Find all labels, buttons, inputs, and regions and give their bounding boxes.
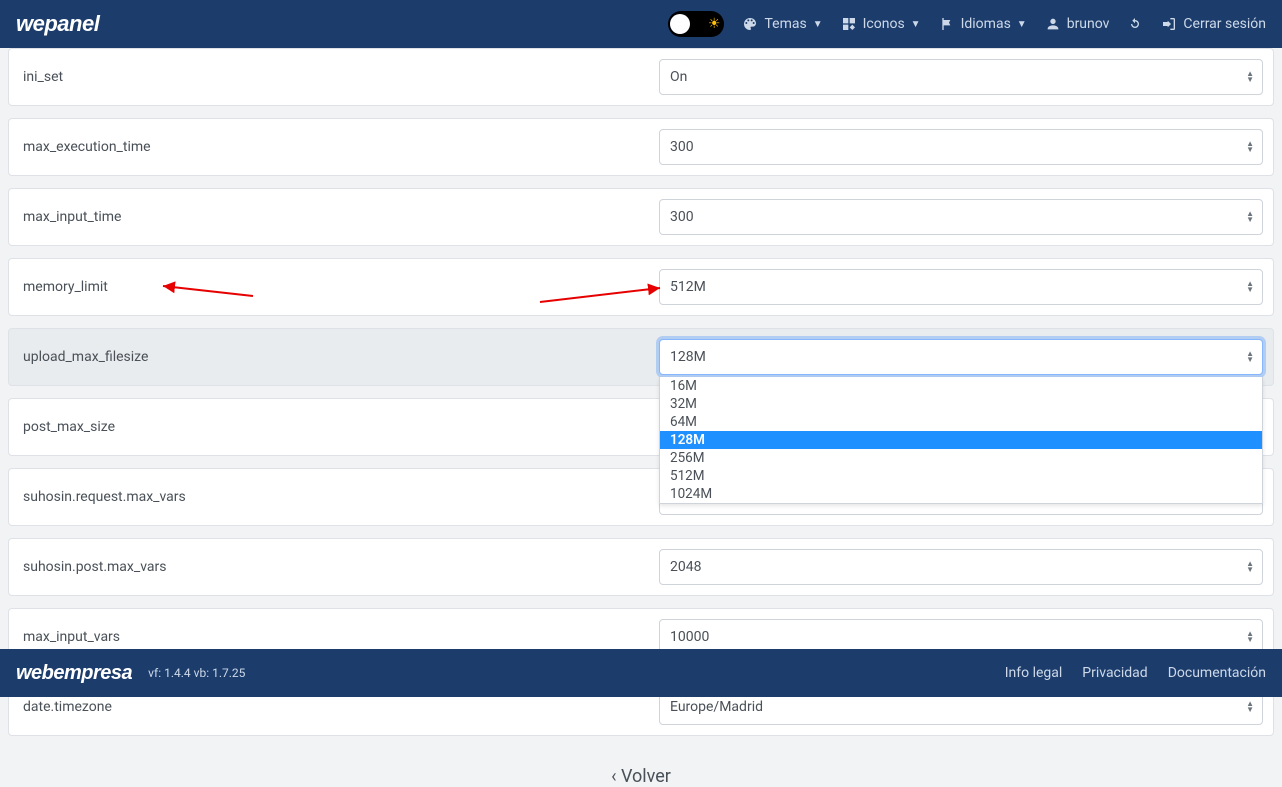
app-logo: wepanel	[16, 11, 99, 37]
setting-row-memory_limit: memory_limit 512M ▲▼	[8, 258, 1274, 316]
dropdown-option[interactable]: 512M	[660, 467, 1262, 485]
icons-icon	[841, 16, 857, 32]
nav-idiomas[interactable]: Idiomas ▼	[939, 16, 1027, 32]
dropdown-panel: 16M32M64M128M256M512M1024M	[659, 377, 1263, 504]
select-arrows-icon: ▲▼	[1246, 141, 1254, 153]
select-arrows-icon: ▲▼	[1246, 71, 1254, 83]
select-max_execution_time[interactable]: 300 ▲▼	[659, 129, 1263, 165]
select-arrows-icon: ▲▼	[1246, 281, 1254, 293]
settings-list: ini_setOn▲▼max_execution_time300▲▼max_in…	[0, 48, 1282, 736]
setting-row-suhosin_post_max_vars: suhosin.post.max_vars 2048 ▲▼	[8, 538, 1274, 596]
user-icon	[1045, 16, 1061, 32]
setting-row-max_input_time: max_input_time 300 ▲▼	[8, 188, 1274, 246]
caret-down-icon: ▼	[911, 19, 921, 30]
logout-icon	[1161, 16, 1177, 32]
setting-select-wrap: 128M▲▼16M32M64M128M256M512M1024M	[659, 339, 1263, 375]
select-upload_max_filesize[interactable]: 128M ▲▼	[659, 339, 1263, 375]
select-arrows-icon: ▲▼	[1246, 211, 1254, 223]
select-value: 512M	[670, 279, 706, 295]
footer-version: vf: 1.4.4 vb: 1.7.25	[148, 666, 245, 680]
setting-row-upload_max_filesize: upload_max_filesize128M▲▼16M32M64M128M25…	[8, 328, 1274, 386]
nav-temas-label: Temas	[764, 16, 806, 32]
footer-legal-link[interactable]: Info legal	[1005, 665, 1063, 681]
logout-button[interactable]: Cerrar sesión	[1161, 16, 1266, 32]
nav-temas[interactable]: Temas ▼	[742, 16, 822, 32]
setting-label: ini_set	[19, 69, 659, 85]
setting-select-wrap: On ▲▼	[659, 59, 1263, 95]
setting-label: memory_limit	[19, 279, 659, 295]
setting-select-wrap: 300 ▲▼	[659, 199, 1263, 235]
setting-label: upload_max_filesize	[19, 349, 659, 365]
setting-label: max_input_time	[19, 209, 659, 225]
select-arrows-icon: ▲▼	[1246, 701, 1254, 713]
dropdown-option[interactable]: 256M	[660, 449, 1262, 467]
back-link[interactable]: ‹ Volver	[0, 766, 1282, 787]
toggle-knob	[670, 14, 690, 34]
theme-toggle[interactable]: ☀	[668, 11, 724, 37]
dropdown-option[interactable]: 128M	[660, 431, 1262, 449]
navbar: wepanel ☀ Temas ▼ Iconos ▼ Idiomas ▼ bru…	[0, 0, 1282, 48]
palette-icon	[742, 16, 758, 32]
select-value: 2048	[670, 559, 701, 575]
select-memory_limit[interactable]: 512M ▲▼	[659, 269, 1263, 305]
setting-label: max_input_vars	[19, 629, 659, 645]
nav-iconos[interactable]: Iconos ▼	[841, 16, 921, 32]
setting-select-wrap: 300 ▲▼	[659, 129, 1263, 165]
flag-icon	[939, 16, 955, 32]
chevron-left-icon: ‹	[611, 766, 621, 787]
footer: webempresa vf: 1.4.4 vb: 1.7.25 Info leg…	[0, 649, 1282, 697]
select-value: 300	[670, 139, 694, 155]
setting-row-max_execution_time: max_execution_time 300 ▲▼	[8, 118, 1274, 176]
nav-user-label: brunov	[1067, 16, 1110, 32]
refresh-icon	[1127, 16, 1143, 32]
select-value: 300	[670, 209, 694, 225]
select-arrows-icon: ▲▼	[1246, 561, 1254, 573]
select-value: On	[670, 69, 687, 85]
dropdown-option[interactable]: 32M	[660, 395, 1262, 413]
dropdown-option[interactable]: 16M	[660, 377, 1262, 395]
setting-row-ini_set: ini_set On ▲▼	[8, 48, 1274, 106]
select-suhosin_post_max_vars[interactable]: 2048 ▲▼	[659, 549, 1263, 585]
sun-icon: ☀	[708, 16, 721, 32]
caret-down-icon: ▼	[813, 19, 823, 30]
footer-logo: webempresa	[16, 662, 132, 685]
caret-down-icon: ▼	[1017, 19, 1027, 30]
select-max_input_time[interactable]: 300 ▲▼	[659, 199, 1263, 235]
dropdown-option[interactable]: 1024M	[660, 485, 1262, 503]
nav-iconos-label: Iconos	[863, 16, 905, 32]
nav-idiomas-label: Idiomas	[961, 16, 1011, 32]
select-value: 10000	[670, 629, 709, 645]
refresh-button[interactable]	[1127, 16, 1143, 32]
nav-right: ☀ Temas ▼ Iconos ▼ Idiomas ▼ brunov Cerr…	[668, 11, 1266, 37]
footer-docs-link[interactable]: Documentación	[1168, 665, 1266, 681]
select-ini_set[interactable]: On ▲▼	[659, 59, 1263, 95]
setting-select-wrap: 512M ▲▼	[659, 269, 1263, 305]
footer-links: Info legal Privacidad Documentación	[1005, 665, 1266, 681]
select-arrows-icon: ▲▼	[1246, 351, 1254, 363]
logout-label: Cerrar sesión	[1183, 16, 1266, 32]
back-label: Volver	[621, 766, 671, 787]
setting-select-wrap: 2048 ▲▼	[659, 549, 1263, 585]
setting-label: max_execution_time	[19, 139, 659, 155]
select-arrows-icon: ▲▼	[1246, 631, 1254, 643]
select-value: 128M	[670, 349, 706, 365]
select-value: Europe/Madrid	[670, 699, 763, 715]
setting-label: suhosin.post.max_vars	[19, 559, 659, 575]
setting-label: suhosin.request.max_vars	[19, 489, 659, 505]
nav-user[interactable]: brunov	[1045, 16, 1110, 32]
footer-privacy-link[interactable]: Privacidad	[1082, 665, 1147, 681]
dropdown-option[interactable]: 64M	[660, 413, 1262, 431]
setting-label: post_max_size	[19, 419, 659, 435]
setting-label: date.timezone	[19, 699, 659, 715]
